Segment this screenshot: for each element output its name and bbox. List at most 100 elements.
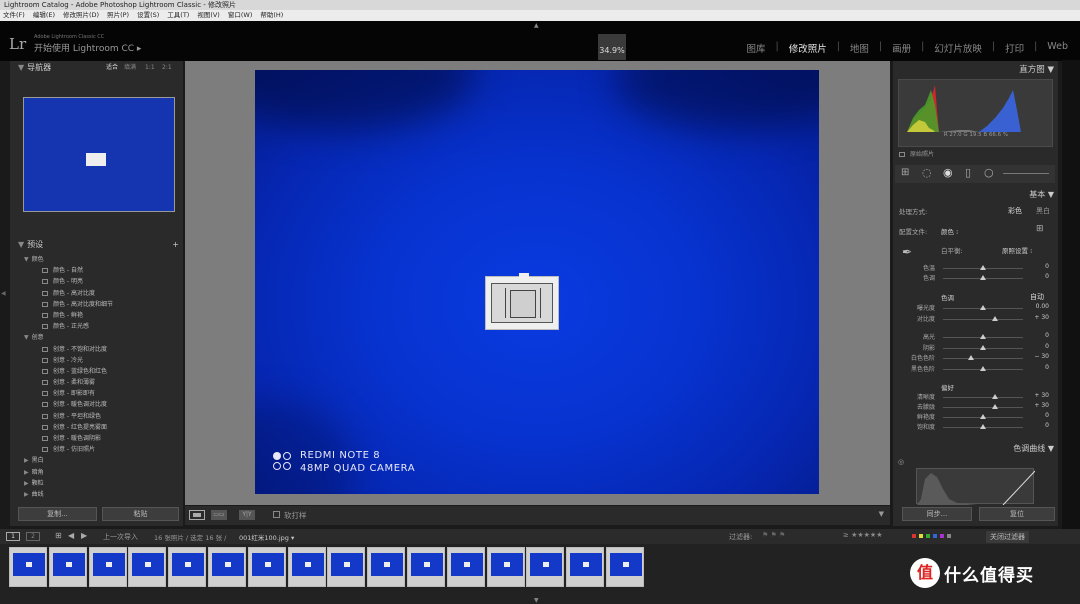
slider-track[interactable] (943, 397, 1023, 398)
filmstrip-thumbnail[interactable] (88, 547, 127, 587)
profile-dropdown[interactable]: 颜色 ⁝ (941, 226, 958, 236)
slider-track[interactable] (943, 407, 1023, 408)
preset-item[interactable]: 创意 - 不饱和对比度 (20, 344, 180, 355)
filmstrip-toggle-icon[interactable]: ▼ (534, 597, 539, 604)
add-preset-icon[interactable]: + (172, 239, 179, 251)
histogram-header[interactable]: 直方图 ▼ (1019, 63, 1054, 75)
page-1-button[interactable]: 1 (6, 532, 20, 541)
slider-knob[interactable] (980, 275, 986, 280)
filmstrip-thumbnail[interactable] (367, 547, 406, 587)
wb-dropdown[interactable]: 原照设置 ⁝ (1002, 245, 1032, 255)
slider-value[interactable]: + 30 (1029, 402, 1049, 409)
soft-proof-checkbox[interactable] (273, 511, 280, 518)
nav-zoom-fit[interactable]: 适合 (106, 62, 118, 74)
filter-off-dropdown[interactable]: 关闭过滤器 (986, 531, 1029, 543)
filmstrip-thumbnail[interactable] (287, 547, 326, 587)
graduated-filter-icon[interactable]: ▯ (965, 166, 971, 179)
navigator-preview[interactable] (23, 97, 175, 212)
filmstrip-thumbnail[interactable] (486, 547, 525, 587)
slider-knob[interactable] (992, 315, 998, 321)
preset-item[interactable]: 创意 - 蓝绿色和红色 (20, 366, 180, 377)
spot-removal-icon[interactable]: ◌ (922, 166, 932, 179)
top-panel-toggle-icon[interactable]: ▲ (534, 22, 539, 29)
preset-item[interactable]: 颜色 - 鲜艳 (20, 310, 180, 321)
menu-item[interactable]: 视图(V) (197, 10, 220, 21)
radial-filter-icon[interactable]: ○ (984, 166, 994, 179)
slider-value[interactable]: 0 (1029, 412, 1049, 419)
preset-item[interactable]: 创意 - 暖色调阴影 (20, 433, 180, 444)
module-tab[interactable]: 幻灯片放映 (934, 41, 982, 55)
menu-item[interactable]: 修改照片(D) (63, 10, 99, 21)
preset-group[interactable]: ▼ 颜色 (20, 254, 180, 265)
filename-dropdown[interactable]: 001红米100.jpg ▾ (239, 532, 294, 542)
preset-group[interactable]: ▼ 创意 (20, 332, 180, 343)
filmstrip-thumbnail[interactable] (48, 547, 87, 587)
filmstrip-thumbnail[interactable] (606, 547, 644, 587)
copy-button[interactable]: 复制... (18, 507, 97, 521)
red-label-icon[interactable] (912, 534, 916, 538)
presets-header[interactable]: ▼ 预设 + (10, 239, 183, 251)
preset-group[interactable]: ▶ 颗粒 (20, 478, 180, 489)
preset-item[interactable]: 颜色 - 自然 (20, 265, 180, 276)
menu-item[interactable]: 照片(P) (107, 10, 129, 21)
tone-curve-header[interactable]: 色调曲线 ▼ (1013, 443, 1054, 454)
menu-item[interactable]: 窗口(W) (228, 10, 253, 21)
slider-value[interactable]: 0 (1029, 263, 1049, 270)
yellow-label-icon[interactable] (919, 534, 923, 538)
preset-item[interactable]: 颜色 - 高对比度和细节 (20, 299, 180, 310)
reset-button[interactable]: 复位 (979, 507, 1055, 521)
slider-value[interactable]: + 30 (1029, 314, 1049, 321)
module-tab[interactable]: 修改照片 (789, 41, 827, 55)
gray-label-icon[interactable] (947, 534, 951, 538)
menu-item[interactable]: 文件(F) (3, 10, 25, 21)
brush-slider[interactable] (1003, 173, 1049, 174)
filmstrip-thumbnail[interactable] (168, 547, 207, 587)
crop-tool-icon[interactable]: ⊞ (901, 167, 909, 178)
slider-knob[interactable] (980, 344, 986, 350)
preset-item[interactable]: 创意 - 暖色调对比度 (20, 399, 180, 410)
preset-item[interactable]: 颜色 - 明亮 (20, 276, 180, 287)
slider-knob[interactable] (980, 365, 986, 371)
profile-browser-icon[interactable]: ⊞ (1036, 224, 1044, 234)
menu-item[interactable]: 工具(T) (167, 10, 189, 21)
color-label-filters[interactable] (912, 534, 951, 538)
compare-view-icon[interactable]: ▭▭ (211, 510, 227, 520)
toolbar-menu-icon[interactable]: ▼ (879, 510, 884, 518)
page-2-button[interactable]: 2 (26, 532, 40, 541)
slider-value[interactable]: 0 (1029, 332, 1049, 339)
module-tab[interactable]: Web (1047, 41, 1068, 55)
original-photo-toggle[interactable]: 原始照片 (899, 149, 934, 158)
tone-curve-graph[interactable] (916, 468, 1036, 506)
slider-track[interactable] (943, 318, 1023, 320)
module-tab[interactable]: 打印 (1005, 41, 1024, 55)
preset-item[interactable]: 颜色 - 高对比度 (20, 288, 180, 299)
loupe-view-icon[interactable] (189, 510, 205, 520)
treatment-color-option[interactable]: 彩色 (1008, 206, 1022, 216)
source-label[interactable]: 上一次导入 (103, 532, 138, 542)
filmstrip-thumbnail[interactable] (128, 547, 167, 587)
green-label-icon[interactable] (926, 534, 930, 538)
forward-arrow-icon[interactable]: ▶ (81, 531, 87, 540)
preset-item[interactable]: 创意 - 红色提亮雾面 (20, 422, 180, 433)
slider-knob[interactable] (980, 414, 986, 419)
preset-item[interactable]: 创意 - 即影即有 (20, 388, 180, 399)
star-filter-icons[interactable]: ≥ ★★★★★ (843, 531, 882, 539)
slider-knob[interactable] (980, 424, 986, 429)
preset-item[interactable]: 创意 - 仿旧照片 (20, 444, 180, 455)
preset-item[interactable]: 创意 - 平坦和绿色 (20, 411, 180, 422)
slider-value[interactable]: − 30 (1029, 353, 1049, 360)
preset-group[interactable]: ▶ 暗角 (20, 467, 180, 478)
slider-knob[interactable] (992, 404, 998, 409)
slider-value[interactable]: 0.00 (1029, 303, 1049, 310)
menu-item[interactable]: 帮助(H) (260, 10, 283, 21)
menu-item[interactable]: 设置(S) (137, 10, 159, 21)
filmstrip-thumbnail[interactable] (247, 547, 286, 587)
preset-group[interactable]: ▶ 黑白 (20, 455, 180, 466)
before-after-icon[interactable]: Y|Y (239, 510, 255, 520)
preset-group[interactable]: ▶ 曲线 (20, 489, 180, 500)
preset-item[interactable]: 创意 - 柔和薄雾 (20, 377, 180, 388)
get-started-link[interactable]: 开始使用 Lightroom CC ▸ (34, 41, 141, 54)
module-tab[interactable]: 画册 (892, 41, 911, 55)
sync-button[interactable]: 同步... (902, 507, 972, 521)
treatment-bw-option[interactable]: 黑白 (1036, 206, 1050, 216)
